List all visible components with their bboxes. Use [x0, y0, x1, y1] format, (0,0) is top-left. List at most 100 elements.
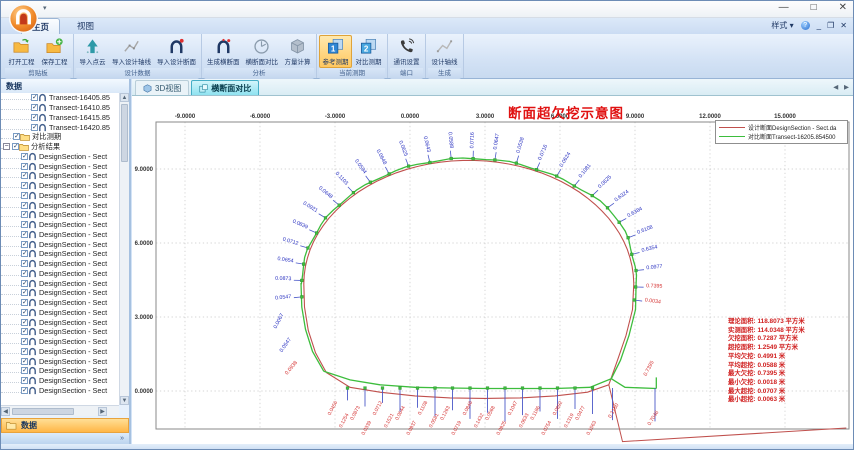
tree-checkbox[interactable]: [21, 260, 28, 267]
app-menu-button[interactable]: [8, 3, 39, 34]
tree-horizontal-scrollbar[interactable]: ◀▶: [1, 405, 119, 416]
tree-item[interactable]: DesignSection - Sect: [1, 317, 119, 327]
tree-checkbox[interactable]: [21, 202, 28, 209]
tree-item[interactable]: DesignSection - Sect: [1, 220, 119, 230]
scroll-up-arrow[interactable]: ▲: [120, 93, 129, 102]
tree-expander[interactable]: −: [3, 143, 10, 150]
scroll-down-arrow[interactable]: ▼: [120, 396, 129, 405]
tree-checkbox[interactable]: [21, 172, 28, 179]
tree-checkbox[interactable]: [21, 338, 28, 345]
tree-checkbox[interactable]: [21, 270, 28, 277]
tree-item[interactable]: Transect-16410.85: [1, 103, 119, 113]
ribbon-tab-inactive[interactable]: 视图: [67, 18, 104, 34]
scroll-left-arrow[interactable]: ◀: [1, 407, 10, 416]
ribbon-button-import-section[interactable]: 导入设计断面: [154, 35, 199, 68]
tree-item[interactable]: Transect-16420.85: [1, 122, 119, 132]
tree-checkbox[interactable]: [21, 358, 28, 365]
tree-checkbox[interactable]: [21, 309, 28, 316]
mini-restore-button[interactable]: ❐: [827, 21, 834, 30]
tree-checkbox[interactable]: [13, 133, 20, 140]
tree-item[interactable]: DesignSection - Sect: [1, 230, 119, 240]
tree-checkbox[interactable]: [31, 94, 38, 101]
tree-checkbox[interactable]: [21, 211, 28, 218]
tree-checkbox[interactable]: [21, 377, 28, 384]
sidebar-collapse-strip[interactable]: »: [1, 433, 129, 444]
scroll-right-arrow[interactable]: ▶: [98, 407, 107, 416]
tree-checkbox[interactable]: [21, 299, 28, 306]
tree-item[interactable]: DesignSection - Sect: [1, 171, 119, 181]
tree-item[interactable]: DesignSection - Sect: [1, 269, 119, 279]
tree-checkbox[interactable]: [21, 192, 28, 199]
tree-item[interactable]: DesignSection - Sect: [1, 386, 119, 396]
tree-checkbox[interactable]: [21, 250, 28, 257]
tree-checkbox[interactable]: [21, 367, 28, 374]
help-icon[interactable]: ?: [801, 21, 810, 30]
tree-item[interactable]: DesignSection - Sect: [1, 152, 119, 162]
tree-item[interactable]: DesignSection - Sect: [1, 337, 119, 347]
tree-checkbox[interactable]: [21, 221, 28, 228]
tree-checkbox[interactable]: [21, 231, 28, 238]
tab-nav-arrows[interactable]: ◀ ▶: [833, 83, 851, 91]
tree-checkbox[interactable]: [21, 182, 28, 189]
tree-item[interactable]: DesignSection - Sect: [1, 191, 119, 201]
ribbon-button-import-axis[interactable]: 导入设计轴线: [109, 35, 154, 68]
tree-item[interactable]: DesignSection - Sect: [1, 298, 119, 308]
ribbon-button-import-pointcloud[interactable]: 导入点云: [76, 35, 109, 68]
tree-checkbox[interactable]: [21, 319, 28, 326]
tree-item[interactable]: DesignSection - Sect: [1, 356, 119, 366]
svg-text:0.0712: 0.0712: [282, 237, 299, 247]
document-tab-view3d[interactable]: 3D视图: [135, 80, 189, 95]
ribbon-button-compare-section[interactable]: 横断面对比: [243, 35, 282, 68]
tree-checkbox[interactable]: [21, 163, 28, 170]
close-button[interactable]: ✕: [839, 2, 847, 13]
tree-vertical-scrollbar[interactable]: ▲▼: [119, 93, 129, 405]
tree-item[interactable]: DesignSection - Sect: [1, 249, 119, 259]
ribbon-button-save-project[interactable]: 保存工程: [38, 35, 71, 68]
tree-item[interactable]: DesignSection - Sect: [1, 366, 119, 376]
maximize-button[interactable]: □: [811, 2, 817, 13]
tree-checkbox[interactable]: [21, 348, 28, 355]
tree-checkbox[interactable]: [31, 114, 38, 121]
style-menu[interactable]: 样式 ▾: [771, 20, 793, 31]
ribbon-button-comm-settings[interactable]: 通讯设置: [390, 35, 423, 68]
tree-item[interactable]: DesignSection - Sect: [1, 327, 119, 337]
tree-item[interactable]: DesignSection - Sect: [1, 308, 119, 318]
ribbon-button-volume-calc[interactable]: 方量计算: [281, 35, 314, 68]
tree-item[interactable]: DesignSection - Sect: [1, 239, 119, 249]
ribbon-button-open-project[interactable]: 打开工程: [5, 35, 38, 68]
tree-checkbox[interactable]: [31, 124, 38, 131]
tree-checkbox[interactable]: [21, 387, 28, 394]
tree-checkbox[interactable]: [21, 241, 28, 248]
minimize-button[interactable]: —: [779, 2, 789, 13]
tree-item[interactable]: DesignSection - Sect: [1, 161, 119, 171]
document-tab-compare[interactable]: 横断面对比: [191, 80, 259, 95]
tree-item[interactable]: DesignSection - Sect: [1, 278, 119, 288]
tree-item[interactable]: Transect-16415.85: [1, 113, 119, 123]
tree-item[interactable]: Transect-16405.85: [1, 93, 119, 103]
tree-checkbox[interactable]: [21, 328, 28, 335]
tree-item[interactable]: −分析结果: [1, 142, 119, 152]
tree-checkbox[interactable]: [21, 289, 28, 296]
quick-access-arrow[interactable]: ▾: [43, 4, 47, 12]
ribbon-button-compare-period[interactable]: 2对比测期: [352, 35, 385, 68]
vertical-scroll-thumb[interactable]: [121, 104, 128, 162]
tree-item[interactable]: DesignSection - Sect: [1, 200, 119, 210]
tree-item[interactable]: DesignSection - Sect: [1, 288, 119, 298]
ribbon-button-design-axis[interactable]: 设计轴线: [428, 35, 461, 68]
tree-item[interactable]: DesignSection - Sect: [1, 259, 119, 269]
ribbon-button-generate-section[interactable]: 生成横断面: [204, 35, 243, 68]
ribbon-button-ref-period[interactable]: 1参考测期: [319, 35, 352, 68]
sidebar-data-panel-button[interactable]: 数据: [1, 418, 129, 433]
tree-item[interactable]: DesignSection - Sect: [1, 210, 119, 220]
mini-minimize-button[interactable]: _: [817, 21, 821, 30]
tree-item[interactable]: DesignSection - Sect: [1, 181, 119, 191]
tree-checkbox[interactable]: [21, 280, 28, 287]
mini-close-button[interactable]: ✕: [840, 21, 847, 30]
tree-checkbox[interactable]: [12, 143, 19, 150]
tree-checkbox[interactable]: [21, 153, 28, 160]
tree-item[interactable]: DesignSection - Sect: [1, 347, 119, 357]
tree-item[interactable]: 对比测期: [1, 132, 119, 142]
tree-item[interactable]: DesignSection - Sect: [1, 376, 119, 386]
horizontal-scroll-thumb[interactable]: [12, 408, 74, 415]
tree-checkbox[interactable]: [31, 104, 38, 111]
